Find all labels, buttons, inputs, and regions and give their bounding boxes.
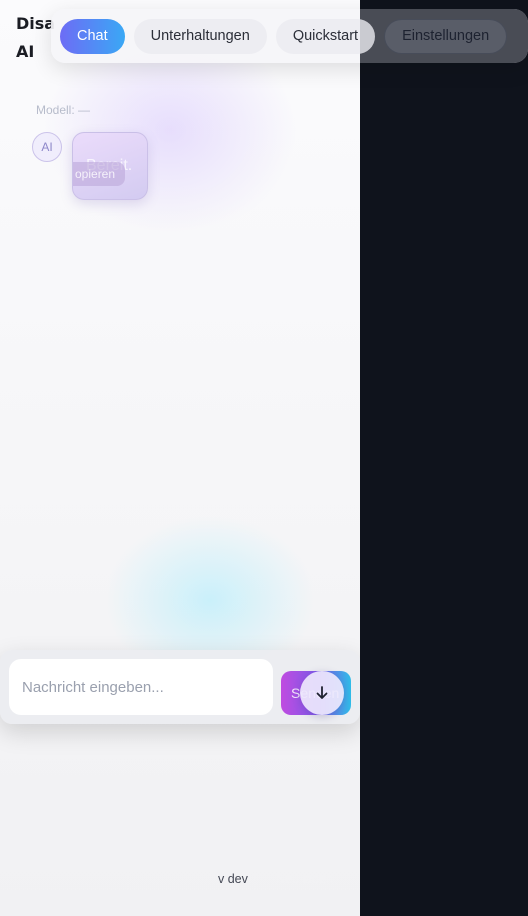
app-title: Disa AI (16, 14, 56, 61)
assistant-avatar: AI (32, 132, 62, 162)
scroll-down-button[interactable] (300, 671, 344, 715)
arrow-down-icon (316, 686, 328, 699)
top-navigation: Chat Unterhaltungen Quickstart Einstellu… (51, 9, 528, 63)
copy-button[interactable]: opieren (73, 162, 126, 186)
reload-link[interactable]: Neu laden (276, 872, 333, 886)
assistant-message-bubble: Bereit. opieren (72, 132, 148, 200)
tab-quickstart[interactable]: Quickstart (275, 18, 376, 54)
model-label: Modell: — (36, 103, 91, 117)
tab-conversations[interactable]: Unterhaltungen (133, 18, 267, 54)
message-input[interactable] (9, 659, 273, 715)
app-panel: Disa AI Modell: — AI Bereit. opieren Sen… (0, 0, 360, 916)
tab-chat[interactable]: Chat (60, 18, 125, 54)
version-label: v dev (218, 872, 248, 886)
tab-settings[interactable]: Einstellungen (384, 18, 508, 54)
